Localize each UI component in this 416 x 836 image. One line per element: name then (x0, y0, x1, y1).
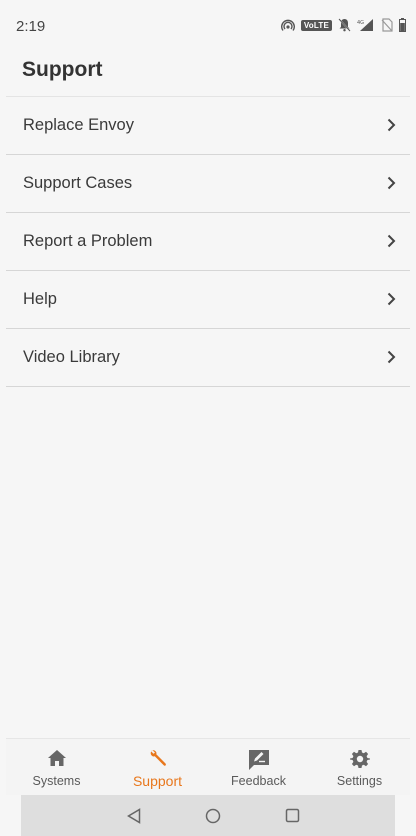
status-time: 2:19 (16, 18, 46, 35)
menu-item-label: Help (23, 290, 57, 308)
nav-label: Systems (32, 774, 81, 788)
menu-item-support-cases[interactable]: Support Cases (6, 155, 410, 213)
chevron-right-icon (387, 234, 396, 248)
menu-item-label: Report a Problem (23, 232, 153, 250)
menu-item-label: Video Library (23, 348, 120, 366)
signal-icon: 4G (357, 18, 375, 32)
nav-label: Settings (336, 774, 383, 788)
gear-icon (349, 750, 370, 768)
support-menu-list: Replace Envoy Support Cases Report a Pro… (6, 97, 410, 387)
back-icon[interactable] (127, 808, 141, 824)
nav-item-feedback[interactable]: Feedback (208, 739, 309, 795)
no-sim-icon (381, 18, 393, 32)
battery-icon (399, 18, 406, 32)
home-button-icon[interactable] (205, 808, 221, 824)
nav-item-settings[interactable]: Settings (309, 739, 410, 795)
svg-text:4G: 4G (357, 20, 364, 26)
recents-icon[interactable] (285, 808, 300, 823)
mute-icon (338, 18, 351, 32)
home-icon (47, 750, 66, 766)
system-nav-bar (21, 795, 395, 836)
nav-item-support[interactable]: Support (107, 739, 208, 795)
menu-item-label: Support Cases (23, 174, 133, 192)
nav-label: Feedback (231, 774, 286, 788)
page-title: Support (22, 58, 103, 81)
chevron-right-icon (387, 350, 396, 364)
nav-label: Support (132, 773, 183, 789)
header: Support (0, 54, 416, 94)
menu-item-video-library[interactable]: Video Library (6, 329, 410, 387)
volte-badge: VoLTE (300, 19, 332, 31)
bottom-nav: Systems Support Feedback Settings (6, 738, 410, 795)
status-icons: VoLTE 4G (280, 18, 406, 32)
wrench-icon (150, 750, 166, 766)
hotspot-icon (280, 18, 295, 32)
menu-item-label: Replace Envoy (23, 116, 134, 134)
menu-item-help[interactable]: Help (6, 271, 410, 329)
chevron-right-icon (387, 292, 396, 306)
feedback-icon (248, 750, 269, 770)
menu-item-report-a-problem[interactable]: Report a Problem (6, 213, 410, 271)
chevron-right-icon (387, 118, 396, 132)
nav-item-systems[interactable]: Systems (6, 739, 107, 795)
status-bar: 2:19 VoLTE 4G (0, 0, 416, 54)
chevron-right-icon (387, 176, 396, 190)
menu-item-replace-envoy[interactable]: Replace Envoy (6, 97, 410, 155)
